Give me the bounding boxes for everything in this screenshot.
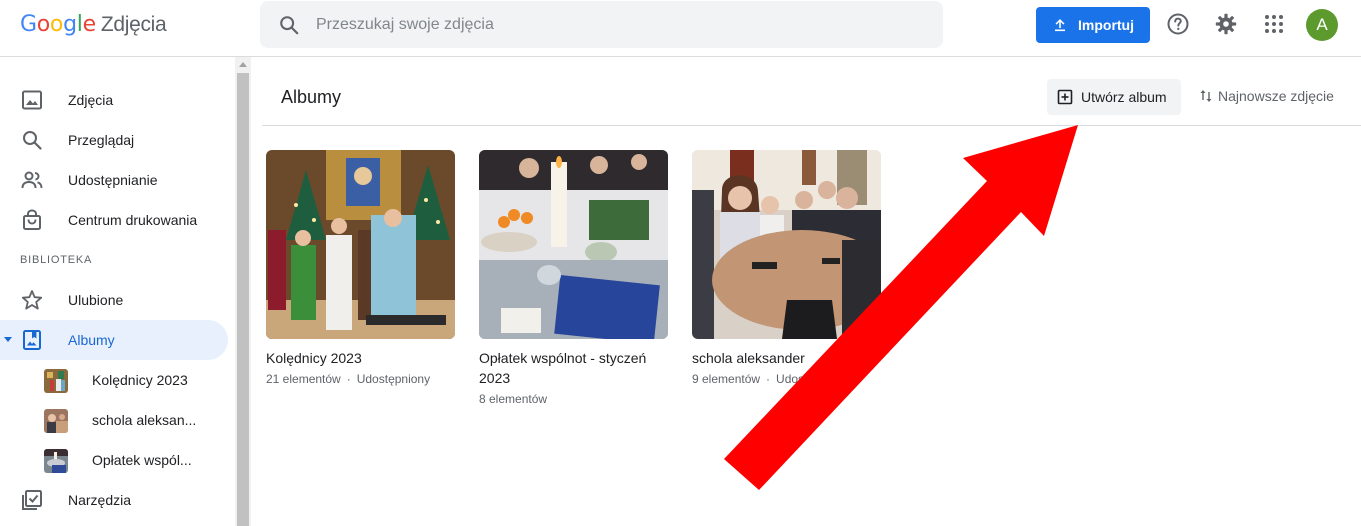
sidebar-item-photos[interactable]: Zdjęcia	[0, 80, 228, 120]
album-title[interactable]: Kolędnicy 2023	[266, 348, 455, 368]
sort-button[interactable]: Najnowsze zdjęcie	[1198, 88, 1334, 104]
sidebar-album-label: Kolędnicy 2023	[92, 372, 188, 388]
sidebar: Zdjęcia Przeglądaj Udostępnianie Centrum…	[0, 57, 250, 526]
photo-icon	[22, 90, 42, 110]
sidebar-item-label: Przeglądaj	[68, 132, 135, 148]
sidebar-item-explore[interactable]: Przeglądaj	[0, 120, 228, 160]
search-icon[interactable]	[278, 14, 300, 36]
header-divider	[262, 125, 1361, 126]
album-meta: 21 elementów · Udostępniony	[266, 372, 431, 386]
album-card[interactable]: schola aleksander 9 elementów · Udostępnio…	[692, 150, 881, 388]
search-input[interactable]	[316, 13, 916, 37]
shopping-bag-icon	[23, 209, 41, 230]
people-icon	[21, 171, 43, 189]
product-name: Zdjęcia	[100, 13, 167, 36]
album-thumbnail	[44, 409, 68, 433]
help-icon[interactable]	[1165, 11, 1191, 37]
upload-icon	[1055, 19, 1065, 32]
album-thumbnail	[44, 369, 68, 393]
album-card[interactable]: Opłatek wspólnot - styczeń 2023 8 elemen…	[479, 150, 668, 408]
settings-icon[interactable]	[1213, 11, 1239, 37]
album-title[interactable]: schola aleksander	[692, 348, 881, 368]
add-box-icon	[1057, 89, 1073, 105]
sidebar-album-koledniczy[interactable]: Kolędnicy 2023	[0, 360, 228, 400]
chevron-down-icon[interactable]	[4, 337, 12, 342]
sidebar-album-schola[interactable]: schola aleksan...	[0, 400, 228, 440]
top-bar: GoogleZdjęcia Importuj A	[0, 0, 1361, 57]
sidebar-scrollbar[interactable]	[235, 57, 251, 526]
section-label-library: BIBLIOTEKA	[20, 254, 93, 266]
create-album-button[interactable]: Utwórz album	[1047, 79, 1181, 115]
sidebar-item-print-center[interactable]: Centrum drukowania	[0, 200, 228, 240]
google-photos-logo[interactable]: Google Zdjęcia	[20, 12, 167, 37]
search-icon	[23, 131, 42, 150]
import-label: Importuj	[1078, 17, 1134, 33]
album-thumbnail	[44, 449, 68, 473]
sort-icon	[1200, 90, 1212, 102]
album-icon	[23, 330, 41, 350]
checklist-icon	[22, 490, 42, 510]
create-album-label: Utwórz album	[1081, 89, 1167, 105]
album-cover[interactable]	[266, 150, 455, 339]
album-meta: 9 elementów · Udostępniony	[692, 372, 850, 386]
sidebar-album-label: schola aleksan...	[92, 412, 197, 428]
star-icon	[21, 290, 43, 310]
scrollbar-thumb[interactable]	[237, 73, 249, 526]
sort-label: Najnowsze zdjęcie	[1218, 88, 1334, 104]
sidebar-item-label: Zdjęcia	[68, 92, 114, 108]
search-bar[interactable]	[260, 1, 943, 48]
sidebar-item-label: Narzędzia	[68, 492, 132, 508]
sidebar-album-oplatek[interactable]: Opłatek wspól...	[0, 440, 228, 480]
apps-grid-icon[interactable]	[1261, 11, 1287, 37]
album-meta: 8 elementów	[479, 392, 548, 406]
album-cover[interactable]	[479, 150, 668, 339]
sidebar-item-label: Ulubione	[68, 292, 124, 308]
sidebar-item-favorites[interactable]: Ulubione	[0, 280, 228, 320]
sidebar-item-sharing[interactable]: Udostępnianie	[0, 160, 228, 200]
sidebar-item-label: Udostępnianie	[68, 172, 158, 188]
import-button[interactable]: Importuj	[1036, 7, 1150, 43]
album-title[interactable]: Opłatek wspólnot - styczeń 2023	[479, 348, 668, 388]
sidebar-item-tools[interactable]: Narzędzia	[0, 480, 228, 520]
sidebar-album-label: Opłatek wspól...	[92, 452, 192, 468]
page-title: Albumy	[281, 87, 342, 107]
sidebar-item-albums[interactable]: Albumy	[0, 320, 228, 360]
album-cover[interactable]	[692, 150, 881, 339]
sidebar-item-label: Albumy	[68, 332, 115, 348]
account-avatar[interactable]: A	[1306, 9, 1338, 41]
scroll-up-icon[interactable]	[239, 62, 247, 67]
sidebar-item-label: Centrum drukowania	[68, 212, 198, 228]
album-card[interactable]: Kolędnicy 2023 21 elementów · Udostępniony	[266, 150, 455, 388]
